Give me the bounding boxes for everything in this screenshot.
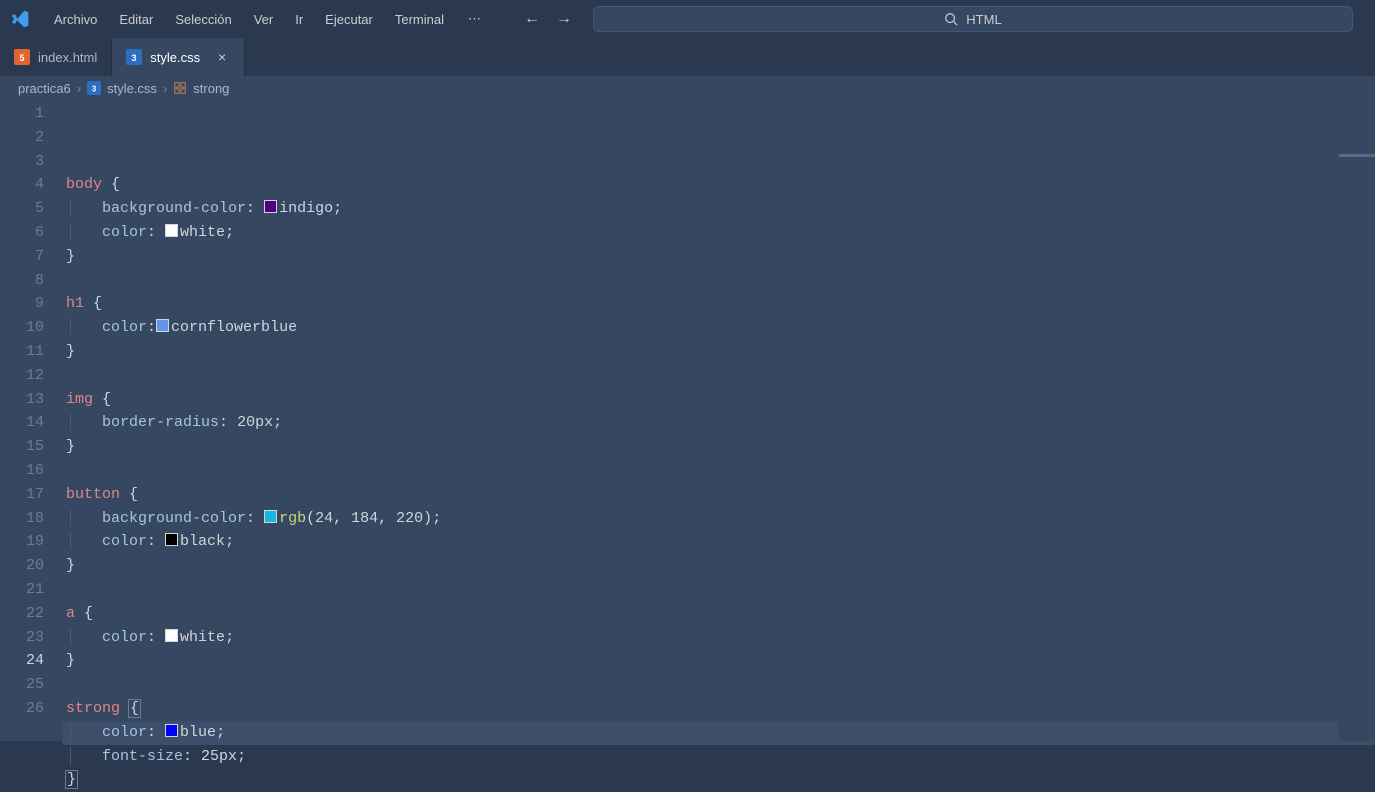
svg-text:5: 5 [19, 53, 24, 63]
code-line[interactable]: │ color: black; [66, 530, 1375, 554]
svg-text:3: 3 [132, 53, 137, 63]
code-line[interactable] [66, 459, 1375, 483]
menu-item[interactable]: Ejecutar [315, 6, 383, 33]
line-number: 11 [0, 340, 66, 364]
editor-tabs: 5 index.html 3 style.css × [0, 38, 1375, 76]
code-line[interactable] [66, 578, 1375, 602]
symbol-icon [173, 81, 187, 95]
search-placeholder: HTML [966, 12, 1001, 27]
menu-item[interactable]: Archivo [44, 6, 107, 33]
code-line[interactable]: a { [66, 602, 1375, 626]
main-menu: ArchivoEditarSelecciónVerIrEjecutarTermi… [44, 6, 454, 33]
line-number: 13 [0, 388, 66, 412]
code-line[interactable] [66, 269, 1375, 293]
line-number: 19 [0, 530, 66, 554]
code-line[interactable]: } [66, 768, 1375, 792]
code-line[interactable]: │ background-color: indigo; [66, 197, 1375, 221]
line-number: 25 [0, 673, 66, 697]
chevron-right-icon: › [163, 81, 167, 96]
color-swatch-icon[interactable] [165, 629, 178, 642]
code-line[interactable]: body { [66, 173, 1375, 197]
line-number: 12 [0, 364, 66, 388]
code-line[interactable]: │ color: white; [66, 221, 1375, 245]
line-number: 10 [0, 316, 66, 340]
titlebar: ArchivoEditarSelecciónVerIrEjecutarTermi… [0, 0, 1375, 38]
code-line[interactable]: strong { [66, 697, 1375, 721]
line-number: 1 [0, 102, 66, 126]
code-line[interactable]: } [66, 435, 1375, 459]
line-number: 22 [0, 602, 66, 626]
code-line[interactable]: } [66, 245, 1375, 269]
vscode-logo-icon [8, 7, 32, 31]
line-number: 23 [0, 626, 66, 650]
line-number: 20 [0, 554, 66, 578]
search-icon [944, 12, 958, 26]
tab-label: index.html [38, 50, 97, 65]
line-number: 7 [0, 245, 66, 269]
color-swatch-icon[interactable] [264, 510, 277, 523]
menu-item[interactable]: Terminal [385, 6, 454, 33]
code-line[interactable]: h1 { [66, 292, 1375, 316]
code-editor[interactable]: 1234567891011121314151617181920212223242… [0, 100, 1375, 741]
tab-index-html[interactable]: 5 index.html [0, 38, 112, 76]
css-file-icon: 3 [87, 81, 101, 95]
menu-item[interactable]: Editar [109, 6, 163, 33]
line-number: 15 [0, 435, 66, 459]
line-number: 2 [0, 126, 66, 150]
breadcrumb-file[interactable]: style.css [107, 81, 157, 96]
breadcrumb-symbol[interactable]: strong [193, 81, 229, 96]
color-swatch-icon[interactable] [156, 319, 169, 332]
code-line[interactable]: │ font-size: 25px; [66, 745, 1375, 769]
chevron-right-icon: › [77, 81, 81, 96]
svg-text:3: 3 [92, 85, 97, 94]
code-line[interactable]: │ color: white; [66, 626, 1375, 650]
menu-item[interactable]: Ir [285, 6, 313, 33]
nav-forward-button[interactable]: → [555, 10, 573, 28]
line-number: 9 [0, 292, 66, 316]
code-line[interactable]: } [66, 340, 1375, 364]
line-number: 6 [0, 221, 66, 245]
line-number: 14 [0, 411, 66, 435]
line-number: 3 [0, 150, 66, 174]
command-center-search[interactable]: HTML [593, 6, 1353, 32]
line-number: 24 [0, 649, 66, 673]
tab-style-css[interactable]: 3 style.css × [112, 38, 245, 76]
color-swatch-icon[interactable] [165, 224, 178, 237]
line-number: 26 [0, 697, 66, 721]
code-line[interactable]: } [66, 649, 1375, 673]
html-file-icon: 5 [14, 49, 30, 65]
color-swatch-icon[interactable] [165, 533, 178, 546]
line-number: 5 [0, 197, 66, 221]
tab-label: style.css [150, 50, 200, 65]
nav-back-button[interactable]: ← [523, 10, 541, 28]
code-line[interactable]: │ background-color: rgb(24, 184, 220); [66, 507, 1375, 531]
line-number-gutter: 1234567891011121314151617181920212223242… [0, 100, 66, 741]
breadcrumb[interactable]: practica6 › 3 style.css › strong [0, 76, 1375, 100]
color-swatch-icon[interactable] [165, 724, 178, 737]
line-number: 4 [0, 173, 66, 197]
code-line[interactable]: button { [66, 483, 1375, 507]
code-line[interactable]: } [66, 554, 1375, 578]
nav-arrows: ← → [523, 10, 573, 28]
code-line[interactable] [66, 364, 1375, 388]
line-number: 21 [0, 578, 66, 602]
menu-item[interactable]: Selección [165, 6, 241, 33]
line-number: 18 [0, 507, 66, 531]
minimap[interactable] [1339, 100, 1375, 741]
breadcrumb-root[interactable]: practica6 [18, 81, 71, 96]
color-swatch-icon[interactable] [264, 200, 277, 213]
line-number: 17 [0, 483, 66, 507]
css-file-icon: 3 [126, 49, 142, 65]
code-line[interactable]: │ color:cornflowerblue [66, 316, 1375, 340]
close-icon[interactable]: × [214, 49, 230, 65]
code-line[interactable]: img { [66, 388, 1375, 412]
code-line[interactable] [66, 673, 1375, 697]
menu-overflow-icon[interactable]: ⋯ [458, 5, 491, 33]
line-number: 16 [0, 459, 66, 483]
line-number: 8 [0, 269, 66, 293]
menu-item[interactable]: Ver [244, 6, 284, 33]
code-line[interactable]: │ border-radius: 20px; [66, 411, 1375, 435]
code-body[interactable]: body {│ background-color: indigo;│ color… [66, 100, 1375, 741]
